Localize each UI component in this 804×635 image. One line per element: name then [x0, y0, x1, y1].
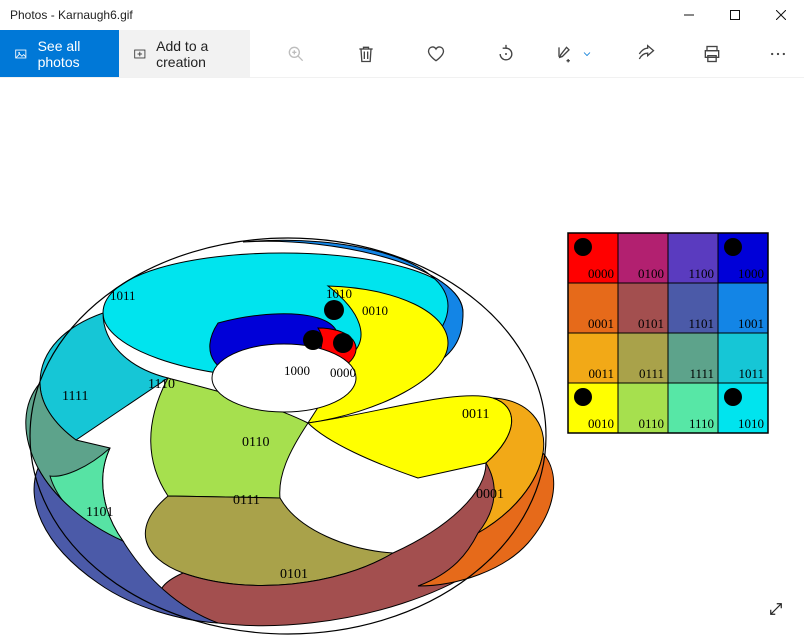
- delete-button[interactable]: [352, 40, 380, 68]
- image-viewport[interactable]: 1011 1111 1110 1101 0101 0001 0011 0111 …: [0, 78, 804, 635]
- svg-text:1010: 1010: [326, 286, 352, 301]
- add-to-creation-label: Add to a creation: [156, 38, 236, 70]
- svg-text:1000: 1000: [284, 363, 310, 378]
- window-titlebar: Photos - Karnaugh6.gif: [0, 0, 804, 30]
- kmap-cell-label: 1000: [738, 266, 764, 281]
- window-title: Photos - Karnaugh6.gif: [10, 8, 666, 22]
- svg-text:1111: 1111: [62, 389, 88, 404]
- see-all-photos-button[interactable]: See all photos: [0, 30, 119, 77]
- see-all-photos-label: See all photos: [38, 38, 105, 70]
- zoom-fit-button[interactable]: [766, 599, 786, 619]
- karnaugh-grid: 0000 0100 1100 1000 0001 0101 1101 1001 0011 0111…: [568, 233, 768, 433]
- kmap-cell-label: 0101: [638, 316, 664, 331]
- svg-text:1011: 1011: [110, 288, 136, 303]
- maximize-button[interactable]: [712, 0, 758, 30]
- kmap-dot: [574, 388, 592, 406]
- kmap-cell-label: 0100: [638, 266, 664, 281]
- kmap-dot: [724, 238, 742, 256]
- svg-text:0000: 0000: [330, 365, 356, 380]
- print-button[interactable]: [698, 40, 726, 68]
- minimize-button[interactable]: [666, 0, 712, 30]
- svg-text:0110: 0110: [242, 435, 269, 450]
- share-button[interactable]: [632, 40, 660, 68]
- window-buttons: [666, 0, 804, 30]
- zoom-in-button[interactable]: [282, 40, 310, 68]
- kmap-cell-label: 0001: [588, 316, 614, 331]
- chevron-down-icon: [580, 40, 594, 68]
- edit-button[interactable]: [550, 40, 594, 68]
- svg-text:0010: 0010: [362, 303, 388, 318]
- rotate-button[interactable]: [492, 40, 520, 68]
- more-button[interactable]: [764, 40, 792, 68]
- kmap-cell-label: 0111: [639, 366, 664, 381]
- kmap-cell-label: 1010: [738, 416, 764, 431]
- image-canvas: 1011 1111 1110 1101 0101 0001 0011 0111 …: [18, 178, 788, 635]
- favorite-button[interactable]: [422, 40, 450, 68]
- kmap-dot: [574, 238, 592, 256]
- close-button[interactable]: [758, 0, 804, 30]
- kmap-cell-label: 0110: [638, 416, 664, 431]
- kmap-dot: [724, 388, 742, 406]
- kmap-cell-label: 1110: [689, 416, 714, 431]
- kmap-cell-label: 1101: [688, 316, 714, 331]
- kmap-cell-label: 0011: [588, 366, 614, 381]
- kmap-cell-label: 1111: [689, 366, 714, 381]
- svg-text:0101: 0101: [280, 567, 308, 582]
- edit-icon: [554, 44, 574, 64]
- kmap-cell-label: 1011: [738, 366, 764, 381]
- kmap-cell-label: 1100: [688, 266, 714, 281]
- torus-diagram: 1011 1111 1110 1101 0101 0001 0011 0111 …: [26, 238, 554, 634]
- svg-text:0011: 0011: [462, 407, 489, 422]
- kmap-cell-label: 0000: [588, 266, 614, 281]
- svg-text:0111: 0111: [233, 493, 260, 508]
- resize-icon: [767, 600, 785, 618]
- svg-text:0001: 0001: [476, 487, 504, 502]
- creation-icon: [133, 45, 147, 63]
- photo-icon: [14, 45, 28, 63]
- kmap-cell-label: 1001: [738, 316, 764, 331]
- svg-text:1110: 1110: [148, 377, 175, 392]
- kmap-cell-label: 0010: [588, 416, 614, 431]
- add-to-creation-button[interactable]: Add to a creation: [119, 30, 251, 77]
- toolbar: See all photos Add to a creation: [0, 30, 804, 78]
- svg-text:1101: 1101: [86, 505, 113, 520]
